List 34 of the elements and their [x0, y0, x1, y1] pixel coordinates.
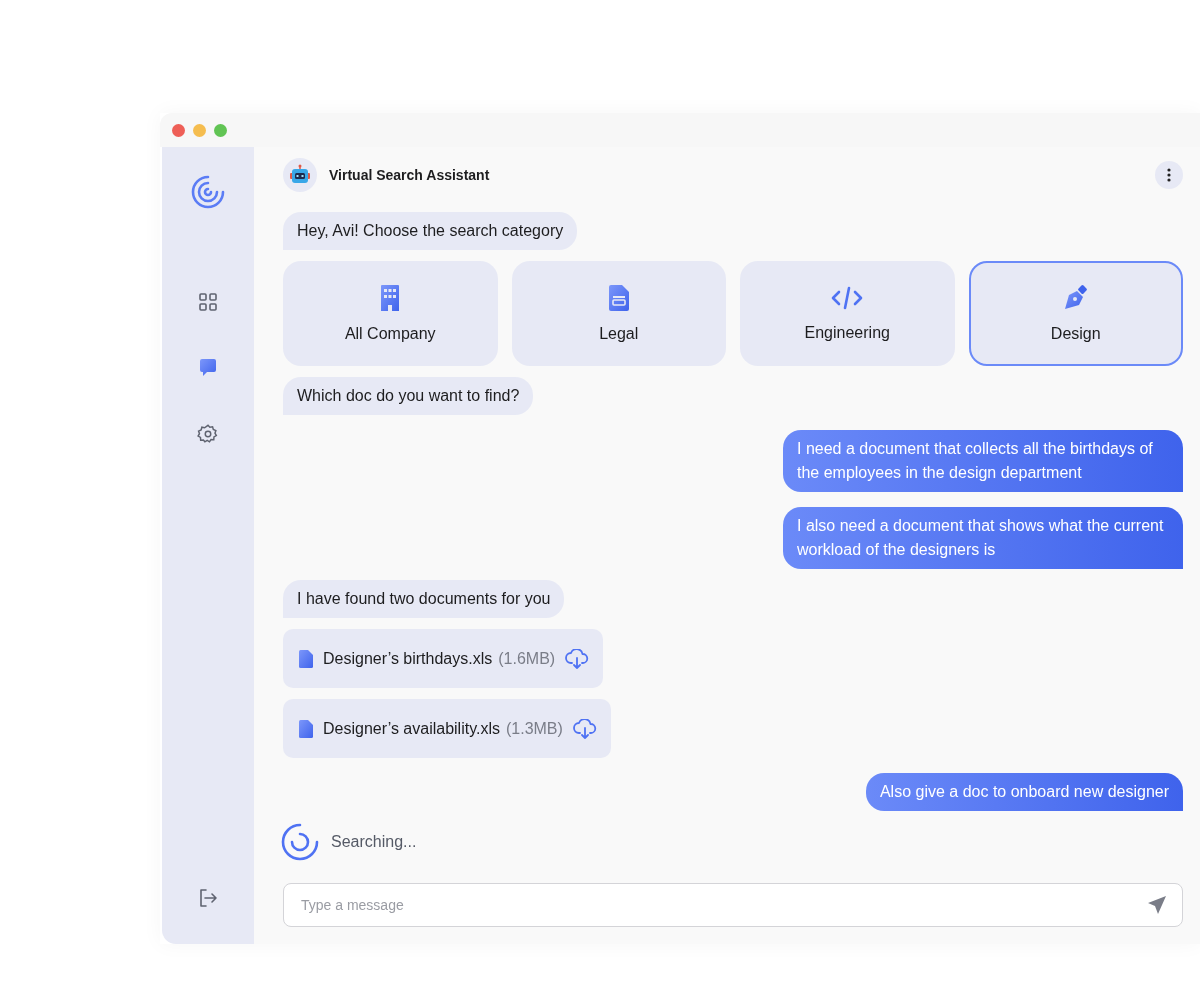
window-control-dot[interactable]: [214, 123, 227, 137]
user-message: I also need a document that shows what the current workload of the designers is: [783, 507, 1183, 569]
loading-spinner-icon: [281, 823, 319, 861]
file-icon: [299, 719, 313, 738]
category-card[interactable]: Design: [968, 261, 1183, 366]
file-name[interactable]: Designer’s birthdays.xls: [323, 649, 493, 668]
user-message: Also give a doc to onboard new designer: [865, 773, 1183, 811]
assistant-message: Hey, Avi! Choose the search category: [283, 212, 578, 250]
building-icon: [381, 284, 400, 311]
cloud-download-icon[interactable]: [565, 648, 590, 669]
pen-nib-icon: [1062, 284, 1089, 311]
dashboard-icon[interactable]: [196, 290, 220, 314]
status-text: Searching...: [331, 833, 417, 851]
category-card[interactable]: Engineering: [740, 261, 955, 366]
window-control-dot[interactable]: [193, 123, 206, 137]
send-icon[interactable]: [1147, 895, 1167, 915]
category-card[interactable]: Legal: [511, 261, 726, 366]
category-card[interactable]: All Company: [283, 261, 498, 366]
file-name[interactable]: Designer’s availability.xls: [323, 719, 500, 738]
cloud-download-icon[interactable]: [572, 718, 597, 739]
window-control-dot[interactable]: [172, 123, 185, 137]
more-options-icon[interactable]: [1167, 168, 1171, 182]
file-size: (1.6MB): [498, 649, 556, 668]
assistant-message: I have found two documents for you: [283, 580, 565, 618]
file-icon: [299, 649, 313, 668]
code-icon: [831, 285, 864, 310]
message-input-field[interactable]: Type a message: [283, 883, 1183, 927]
robot-avatar-icon: [283, 158, 317, 192]
assistant-name: Virtual Search Assistant: [329, 167, 491, 183]
settings-icon[interactable]: [196, 422, 220, 446]
assistant-message: Which doc do you want to find?: [283, 377, 534, 415]
document-icon: [608, 284, 629, 311]
file-size: (1.3MB): [505, 719, 563, 738]
user-message: I need a document that collects all the birthdays of the employees in the design department: [783, 430, 1183, 492]
